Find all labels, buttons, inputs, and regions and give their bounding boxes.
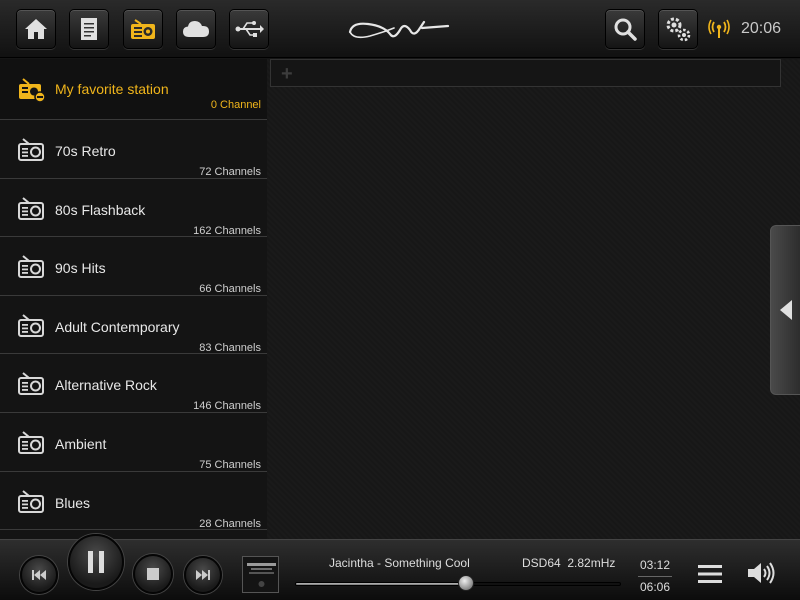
radio-icon: [18, 138, 44, 161]
list-item[interactable]: 90s Hits 66 Channels: [0, 237, 267, 296]
cloud-button[interactable]: [176, 9, 216, 49]
usb-button[interactable]: [229, 9, 269, 49]
settings-button[interactable]: [658, 9, 698, 49]
player-bar: Jacintha - Something Cool DSD64 2.82mHz …: [0, 534, 800, 600]
skip-back-icon: [32, 570, 46, 580]
list-item[interactable]: 70s Retro 72 Channels: [0, 120, 267, 179]
list-item-label: 70s Retro: [55, 143, 116, 159]
total-time: 06:06: [640, 580, 671, 594]
radio-icon: [18, 489, 44, 513]
station-category-list: My favorite station 0 Channel 70s Retro 72…: [0, 59, 267, 539]
home-icon: [25, 19, 47, 39]
radio-button[interactable]: [123, 9, 163, 49]
channel-count: 66 Channels: [199, 283, 261, 296]
channel-count: 146 Channels: [193, 400, 261, 413]
brand-logo: [348, 20, 450, 39]
channel-count: 162 Channels: [193, 224, 261, 237]
home-button[interactable]: [16, 9, 56, 49]
pause-button[interactable]: [68, 534, 124, 590]
main-content: +: [267, 59, 800, 539]
channel-count: 0 Channel: [210, 99, 261, 111]
channel-count: 28 Channels: [199, 517, 261, 530]
radio-icon: [131, 19, 155, 39]
search-icon: [614, 18, 637, 41]
arrow-left-icon: [780, 300, 792, 320]
next-button[interactable]: [184, 556, 222, 594]
list-item[interactable]: Alternative Rock 146 Channels: [0, 354, 267, 413]
menu-icon[interactable]: [698, 564, 722, 584]
document-icon: [81, 18, 97, 40]
channel-count: 83 Channels: [199, 341, 261, 354]
search-button[interactable]: [605, 9, 645, 49]
pause-icon: [88, 551, 104, 573]
time-divider: [638, 576, 672, 577]
top-toolbar: 20:06: [0, 0, 800, 58]
list-item[interactable]: Ambient 75 Channels: [0, 413, 267, 472]
radio-icon: [18, 431, 44, 454]
radio-icon: [18, 372, 44, 396]
radio-icon: [18, 314, 44, 337]
expand-panel-tab[interactable]: [770, 225, 800, 395]
radio-icon: [18, 196, 44, 220]
list-item-label: 90s Hits: [55, 260, 106, 277]
list-item[interactable]: Adult Contemporary 83 Channels: [0, 296, 267, 355]
add-station-bar[interactable]: +: [270, 59, 781, 87]
clock: 20:06: [741, 20, 782, 37]
favorite-radio-icon: [19, 78, 46, 103]
cloud-icon: [183, 21, 209, 37]
channel-count: 75 Channels: [199, 458, 261, 471]
skip-forward-icon: [196, 570, 210, 580]
radio-icon: [18, 255, 44, 279]
volume-icon[interactable]: [746, 562, 776, 584]
album-art: [242, 556, 279, 593]
track-title: Jacintha - Something Cool: [329, 556, 470, 570]
sample-rate: 2.82mHz: [567, 556, 616, 570]
add-icon: +: [281, 63, 293, 85]
audio-format: DSD64 2.82mHz: [522, 556, 615, 570]
gear-icon: [666, 17, 691, 42]
document-button[interactable]: [69, 9, 109, 49]
stop-button[interactable]: [133, 554, 173, 594]
list-item-label: My favorite station: [55, 81, 169, 97]
list-item-label: Alternative Rock: [55, 377, 157, 394]
previous-button[interactable]: [20, 556, 58, 594]
elapsed-time: 03:12: [640, 558, 671, 572]
stop-icon: [147, 568, 159, 580]
list-item-label: 80s Flashback: [55, 201, 146, 218]
list-item-label: Ambient: [55, 435, 107, 452]
wifi-icon: [708, 19, 730, 38]
list-item-label: Blues: [55, 494, 91, 511]
list-item[interactable]: 80s Flashback 162 Channels: [0, 179, 267, 238]
usb-icon: [235, 21, 264, 37]
list-item-selected[interactable]: My favorite station 0 Channel: [0, 59, 267, 120]
format-label: DSD64: [522, 556, 561, 570]
channel-count: 72 Channels: [199, 166, 261, 178]
progress-fill: [296, 583, 467, 585]
progress-knob[interactable]: [458, 575, 475, 591]
list-item-label: Adult Contemporary: [55, 318, 180, 335]
list-item[interactable]: Blues 28 Channels: [0, 472, 267, 531]
